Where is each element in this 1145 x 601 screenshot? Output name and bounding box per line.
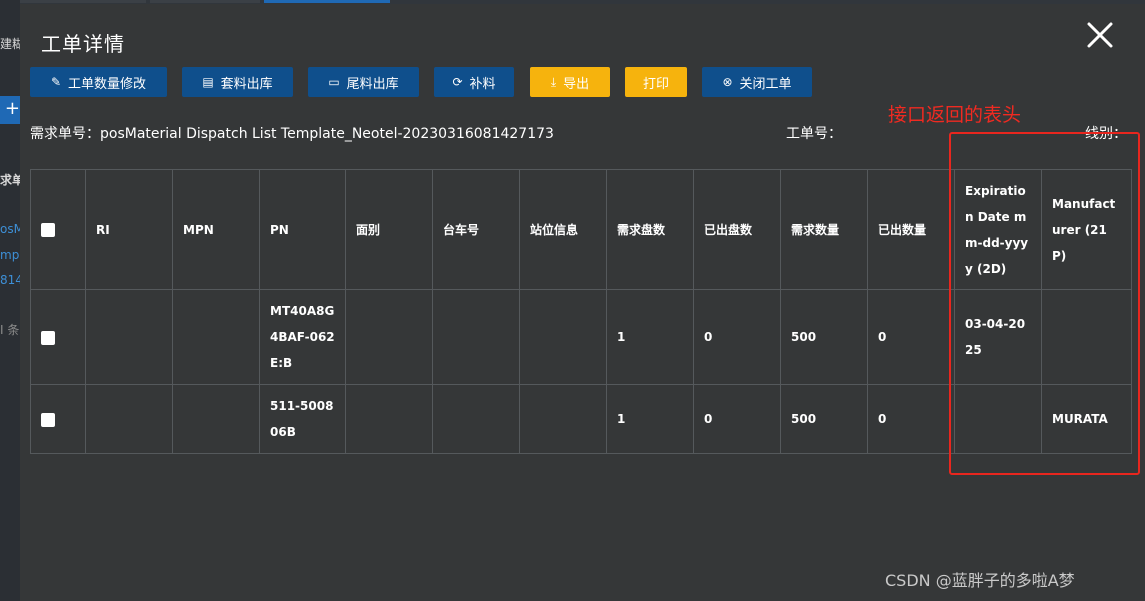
table-cell: 0 (867, 384, 955, 454)
background-text: I 条 (0, 323, 20, 337)
table-cell (172, 289, 260, 385)
document-icon: ▤ (202, 75, 214, 89)
annotation-highlight-box (949, 132, 1140, 475)
edit-icon: ✎ (50, 75, 62, 89)
table-cell (85, 289, 173, 385)
table-cell: MT40A8G4BAF-062E:B (259, 289, 346, 385)
table-cell: 0 (693, 384, 781, 454)
column-header-issued-reels: 已出盘数 (693, 169, 781, 290)
column-header-pn: PN (259, 169, 346, 290)
demand-number-label: 需求单号： (30, 126, 100, 142)
folder-icon: ▭ (328, 75, 340, 89)
table-cell (345, 289, 433, 385)
remnant-outbound-label: 尾料出库 (346, 76, 399, 92)
table-cell: 1 (606, 289, 694, 385)
close-workorder-label: 关闭工单 (739, 76, 792, 92)
row-checkbox[interactable] (41, 330, 55, 345)
column-header-side: 面别 (345, 169, 433, 290)
table-cell (519, 289, 607, 385)
background-add-button[interactable]: + (0, 96, 22, 124)
table-cell: 0 (693, 289, 781, 385)
background-tab[interactable] (150, 0, 260, 3)
close-icon[interactable] (1085, 20, 1115, 50)
edit-quantity-button[interactable]: ✎ 工单数量修改 (30, 67, 167, 97)
close-workorder-button[interactable]: ⊗ 关闭工单 (702, 67, 812, 97)
row-select-cell (30, 289, 86, 385)
export-button[interactable]: ⤓ 导出 (530, 67, 610, 97)
print-label: 打印 (642, 76, 669, 92)
column-header-station: 站位信息 (519, 169, 607, 290)
select-all-checkbox[interactable] (41, 223, 55, 237)
table-cell: 0 (867, 289, 955, 385)
table-cell: 500 (780, 384, 868, 454)
column-header-ri: RI (85, 169, 173, 290)
export-label: 导出 (563, 76, 590, 92)
row-checkbox[interactable] (41, 412, 55, 427)
table-cell (432, 384, 520, 454)
row-select-cell (30, 384, 86, 454)
background-tab-active[interactable] (264, 0, 390, 3)
annotation-text: 接口返回的表头 (888, 104, 1022, 126)
column-header-required-qty: 需求数量 (780, 169, 868, 290)
watermark: CSDN @蓝胖子的多啦A梦 (885, 571, 1075, 590)
table-cell (345, 384, 433, 454)
refill-icon: ⟳ (452, 75, 463, 89)
workorder-detail-modal: 工单详情 ✎ 工单数量修改 ▤ 套料出库 ▭ 尾料出库 ⟳ 补料 ⤓ 导出 打印 (20, 4, 1145, 601)
print-button[interactable]: 打印 (625, 67, 687, 97)
background-tab[interactable] (18, 0, 146, 3)
download-icon: ⤓ (550, 75, 557, 89)
table-cell (432, 289, 520, 385)
column-header-mpn: MPN (172, 169, 260, 290)
refill-label: 补料 (469, 76, 496, 92)
refill-button[interactable]: ⟳ 补料 (434, 67, 514, 97)
kit-outbound-button[interactable]: ▤ 套料出库 (182, 67, 293, 97)
column-header-trolley: 台车号 (432, 169, 520, 290)
table-cell: 511-500806B (259, 384, 346, 454)
demand-number-field: 需求单号：posMaterial Dispatch List Template_… (30, 123, 554, 143)
remnant-outbound-button[interactable]: ▭ 尾料出库 (308, 67, 419, 97)
demand-number-value: posMaterial Dispatch List Template_Neote… (100, 126, 554, 142)
edit-quantity-label: 工单数量修改 (68, 76, 147, 92)
table-cell: 500 (780, 289, 868, 385)
kit-outbound-label: 套料出库 (220, 76, 273, 92)
table-cell (172, 384, 260, 454)
modal-title: 工单详情 (41, 32, 125, 56)
table-cell (519, 384, 607, 454)
column-header-required-reels: 需求盘数 (606, 169, 694, 290)
table-cell: 1 (606, 384, 694, 454)
workorder-number-label: 工单号： (786, 126, 842, 142)
background-sidebar (0, 0, 20, 601)
table-cell (85, 384, 173, 454)
column-header-issued-qty: 已出数量 (867, 169, 955, 290)
select-all-cell (30, 169, 86, 290)
close-circle-icon: ⊗ (722, 75, 733, 89)
